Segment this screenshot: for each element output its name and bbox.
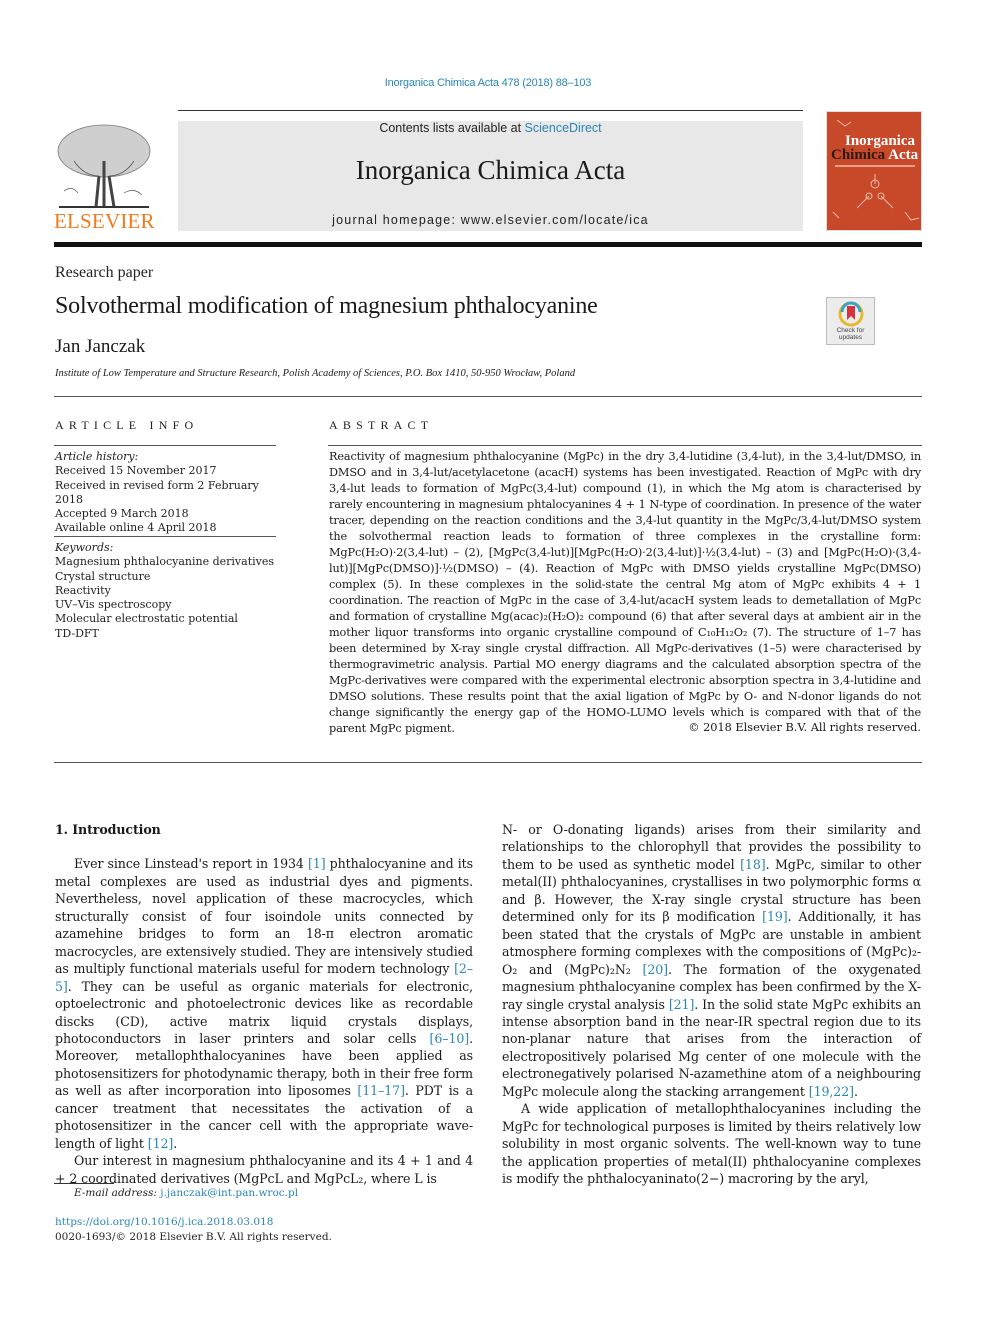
author-name[interactable]: Jan Janczak bbox=[55, 336, 145, 358]
paragraph-text: . bbox=[173, 1135, 178, 1151]
journal-header-box: Contents lists available at ScienceDirec… bbox=[178, 121, 803, 231]
issn-copyright: 0020-1693/© 2018 Elsevier B.V. All right… bbox=[55, 1231, 332, 1243]
article-title: Solvothermal modification of magnesium p… bbox=[55, 293, 598, 319]
abstract-text: Reactivity of magnesium phthalocyanine (… bbox=[329, 450, 921, 735]
section-heading-introduction: 1. Introduction bbox=[55, 822, 161, 837]
citation-ref-link[interactable]: [20] bbox=[643, 962, 669, 977]
abstract-bottom-rule bbox=[54, 762, 922, 763]
citation-ref-link[interactable]: [21] bbox=[669, 997, 695, 1012]
keyword-item: Magnesium phthalocyanine derivatives bbox=[55, 555, 274, 569]
article-history: Article history: Received 15 November 20… bbox=[55, 450, 285, 536]
body-paragraph: A wide application of metallophthalocyan… bbox=[502, 1100, 921, 1187]
citation-ref-link[interactable]: [19] bbox=[762, 909, 788, 924]
keywords-label: Keywords: bbox=[55, 541, 114, 554]
check-updates-icon bbox=[838, 301, 863, 327]
body-paragraph: Our interest in magnesium phthalocyanine… bbox=[55, 1152, 473, 1187]
article-type: Research paper bbox=[55, 264, 154, 281]
keywords-rule bbox=[54, 536, 276, 537]
paragraph-text: Our interest in magnesium phthalocyanine… bbox=[55, 1153, 473, 1186]
history-online: Available online 4 April 2018 bbox=[55, 521, 217, 535]
article-history-label: Article history: bbox=[55, 450, 139, 463]
paragraph-text: Ever since Linstead's report in 1934 bbox=[74, 856, 308, 872]
citation-ref-link[interactable]: [12] bbox=[148, 1136, 174, 1151]
cover-molecule-graphic bbox=[832, 119, 920, 221]
keyword-item: Reactivity bbox=[55, 583, 111, 597]
citation-ref-link[interactable]: [11–17] bbox=[357, 1083, 405, 1098]
keyword-item: Molecular electrostatic potential bbox=[55, 612, 238, 626]
paragraph-text: . They can be useful as organic material… bbox=[55, 978, 473, 1046]
check-updates-line1: Check for bbox=[836, 327, 865, 334]
check-updates-line2: updates bbox=[838, 334, 863, 341]
article-info-heading: ARTICLE INFO bbox=[55, 418, 199, 432]
elsevier-tree-icon bbox=[57, 124, 151, 208]
abstract-heading: ABSTRACT bbox=[329, 418, 434, 432]
history-received: Received 15 November 2017 bbox=[55, 464, 217, 478]
header-top-rule bbox=[178, 110, 803, 111]
sciencedirect-link[interactable]: ScienceDirect bbox=[525, 121, 602, 135]
article-info-rule bbox=[54, 445, 276, 446]
history-revised: Received in revised form 2 February 2018 bbox=[55, 478, 259, 506]
journal-homepage-link[interactable]: journal homepage: www.elsevier.com/locat… bbox=[178, 213, 803, 227]
journal-name: Inorganica Chimica Acta bbox=[355, 155, 626, 185]
body-column-left: 1. Introduction Ever since Linstead's re… bbox=[55, 821, 473, 1187]
paragraph-text: . bbox=[853, 1083, 858, 1099]
title-block-rule bbox=[54, 396, 922, 397]
keyword-item: Crystal structure bbox=[55, 569, 151, 583]
keyword-item: TD-DFT bbox=[55, 626, 99, 640]
abstract-rule bbox=[328, 445, 922, 446]
body-column-right: N- or O-donating ligands) arises from th… bbox=[502, 821, 921, 1188]
body-paragraph: Ever since Linstead's report in 1934 [1]… bbox=[55, 855, 473, 1152]
check-for-updates-button[interactable]: Check for updates bbox=[826, 297, 875, 345]
elsevier-logo[interactable]: ELSEVIER bbox=[54, 121, 155, 236]
elsevier-wordmark: ELSEVIER bbox=[54, 209, 155, 233]
citation-ref-link[interactable]: [6–10] bbox=[430, 1031, 470, 1046]
author-affiliation: Institute of Low Temperature and Structu… bbox=[55, 368, 576, 379]
contents-line: Contents lists available at ScienceDirec… bbox=[178, 121, 803, 135]
contents-prefix: Contents lists available at bbox=[379, 121, 525, 135]
keywords-list: Keywords: Magnesium phthalocyanine deriv… bbox=[55, 541, 285, 641]
header-thick-rule bbox=[54, 242, 922, 247]
paragraph-text: A wide application of metallophthalocyan… bbox=[502, 1101, 921, 1187]
journal-citation-link[interactable]: Inorganica Chimica Acta 478 (2018) 88–10… bbox=[0, 77, 976, 89]
right-paragraphs: N- or O-donating ligands) arises from th… bbox=[502, 821, 921, 1188]
history-accepted: Accepted 9 March 2018 bbox=[55, 507, 189, 521]
paragraph-text: phthalocyanine and its metal complexes a… bbox=[55, 856, 473, 977]
email-link[interactable]: j.janczak@int.pan.wroc.pl bbox=[160, 1187, 298, 1199]
journal-cover-image[interactable]: Inorganica Chimica Acta bbox=[826, 111, 922, 231]
citation-ref-link[interactable]: [18] bbox=[740, 857, 766, 872]
footnote-rule bbox=[54, 1183, 114, 1184]
doi-link[interactable]: https://doi.org/10.1016/j.ica.2018.03.01… bbox=[55, 1216, 273, 1228]
footnote-email: E-mail address: j.janczak@int.pan.wroc.p… bbox=[74, 1187, 298, 1199]
citation-ref-link[interactable]: [1] bbox=[308, 856, 326, 871]
keyword-item: UV–Vis spectroscopy bbox=[55, 598, 172, 612]
body-paragraph: N- or O-donating ligands) arises from th… bbox=[502, 821, 921, 1100]
email-label: E-mail address: bbox=[74, 1187, 161, 1199]
citation-ref-link[interactable]: [19,22] bbox=[809, 1084, 854, 1099]
abstract-copyright: © 2018 Elsevier B.V. All rights reserved… bbox=[688, 721, 921, 734]
left-paragraphs: Ever since Linstead's report in 1934 [1]… bbox=[55, 855, 473, 1187]
